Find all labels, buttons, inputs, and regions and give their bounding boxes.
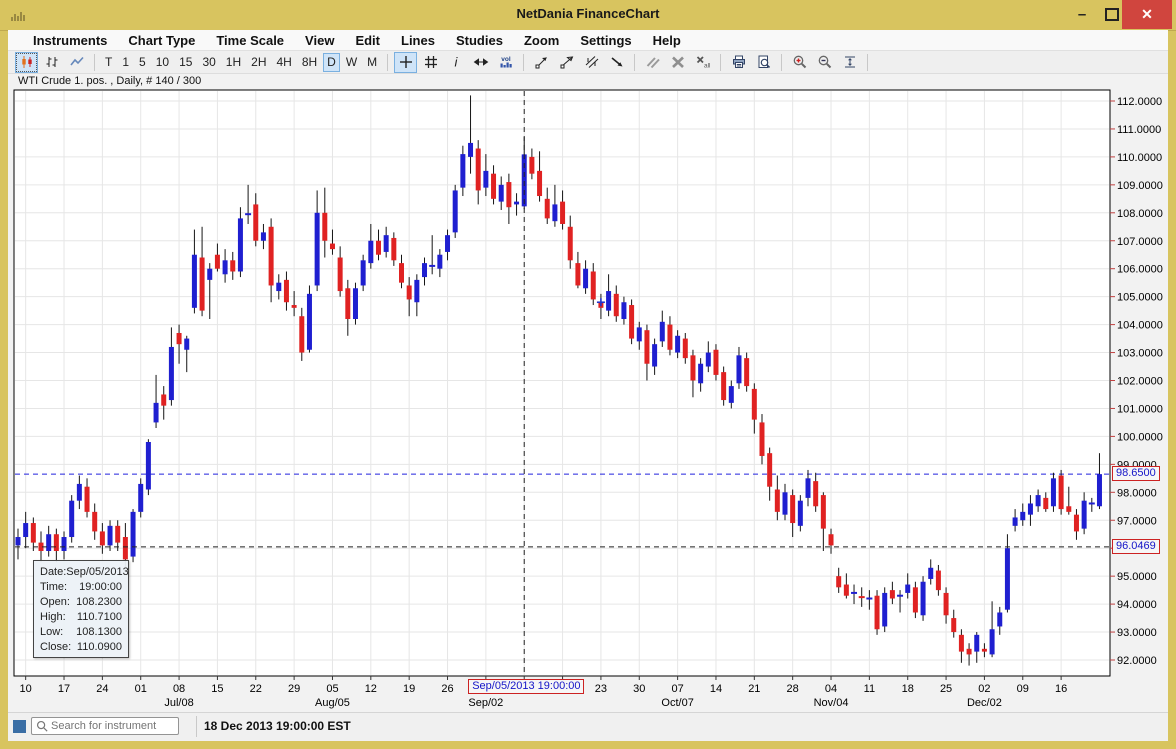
tooltip-label: Close:: [40, 641, 71, 653]
y-axis-label: 110.0000: [1117, 152, 1162, 164]
x-axis-label: 18: [902, 683, 914, 695]
connection-status-indicator[interactable]: [13, 720, 26, 733]
y-axis-label: 102.0000: [1117, 376, 1163, 388]
x-axis-label: 10: [20, 683, 32, 695]
statusbar-separator: [196, 716, 197, 737]
tooltip-row: Date:Sep/05/2013: [34, 564, 128, 579]
candle: [875, 590, 880, 635]
candle: [1051, 473, 1056, 512]
tooltip-row: Low: 108.1300: [34, 624, 128, 639]
candle: [744, 353, 749, 392]
tooltip-value: 110.0900: [77, 641, 122, 653]
candle: [721, 367, 726, 406]
crosshair-price-label: 96.0469: [1112, 539, 1160, 554]
candle: [131, 509, 136, 562]
x-axis-month-label: Aug/05: [315, 697, 350, 709]
crosshair-date-label: Sep/05/2013 19:00:00: [468, 679, 584, 694]
candle: [882, 587, 887, 632]
x-axis-label: 23: [595, 683, 607, 695]
x-axis-label: 25: [940, 683, 952, 695]
y-axis-label: 106.0000: [1117, 264, 1163, 276]
x-axis-label: 26: [441, 683, 453, 695]
x-axis-label: 16: [1055, 683, 1067, 695]
y-axis-label: 104.0000: [1117, 320, 1163, 332]
x-axis-label: 12: [365, 683, 377, 695]
y-axis-label: 108.0000: [1117, 208, 1163, 220]
x-axis-month-label: Jul/08: [164, 697, 193, 709]
candle: [1059, 470, 1064, 515]
tooltip-row: Time: 19:00:00: [34, 579, 128, 594]
candle: [138, 478, 143, 517]
candle: [353, 283, 358, 325]
x-axis-label: 11: [864, 683, 875, 695]
candle: [146, 439, 151, 495]
y-axis-label: 93.0000: [1117, 627, 1157, 639]
tooltip-label: High:: [40, 611, 66, 623]
tooltip-label: Low:: [40, 626, 63, 638]
ohlc-tooltip: Date:Sep/05/2013 Time: 19:00:00 Open: 108.23…: [33, 560, 129, 658]
x-axis-label: 08: [173, 683, 185, 695]
y-axis-label: 111.0000: [1117, 124, 1161, 136]
x-axis-label: 22: [250, 683, 262, 695]
tooltip-row: Open: 108.2300: [34, 594, 128, 609]
y-axis-label: 94.0000: [1117, 599, 1157, 611]
tooltip-value: Sep/05/2013: [66, 566, 128, 578]
x-axis-label: 21: [748, 683, 760, 695]
x-axis-label: 02: [978, 683, 990, 695]
tooltip-row: High: 110.7100: [34, 609, 128, 624]
x-axis-label: 24: [96, 683, 108, 695]
candle: [629, 299, 634, 344]
x-axis-label: 30: [633, 683, 645, 695]
x-axis-month-label: Sep/02: [468, 697, 503, 709]
x-axis-label: 09: [1017, 683, 1029, 695]
x-axis-month-label: Dec/02: [967, 697, 1002, 709]
y-axis-label: 101.0000: [1117, 403, 1163, 415]
y-axis-label: 100.0000: [1117, 431, 1163, 443]
x-axis-label: 07: [671, 683, 683, 695]
tooltip-value: 108.2300: [76, 596, 122, 608]
candle: [921, 576, 926, 621]
y-axis-label: 92.0000: [1117, 655, 1157, 667]
x-axis-label: 15: [211, 683, 223, 695]
statusbar-datetime: 18 Dec 2013 19:00:00 EST: [204, 719, 351, 733]
candlestick-chart[interactable]: 112.0000 111.0000 110.0000 109.0000 108.0000…: [0, 0, 1176, 712]
x-axis-label: 05: [326, 683, 338, 695]
y-axis-label: 103.0000: [1117, 348, 1163, 360]
search-input[interactable]: [49, 719, 171, 733]
y-axis-label: 95.0000: [1117, 571, 1157, 583]
x-axis-label: 01: [135, 683, 147, 695]
x-axis-label: 04: [825, 683, 837, 695]
tooltip-label: Time:: [40, 581, 67, 593]
tooltip-value: 19:00:00: [79, 581, 122, 593]
candle: [453, 185, 458, 238]
y-axis-label: 105.0000: [1117, 292, 1163, 304]
window-border-bottom: [0, 741, 1176, 749]
x-axis-label: 14: [710, 683, 722, 695]
search-icon: [36, 720, 49, 733]
instrument-search-box[interactable]: [31, 717, 179, 735]
x-axis-label: 28: [787, 683, 799, 695]
x-axis-label: 19: [403, 683, 415, 695]
y-axis-label: 98.0000: [1117, 487, 1157, 499]
candle: [69, 495, 74, 543]
y-axis-label: 107.0000: [1117, 236, 1163, 248]
x-axis-label: 17: [58, 683, 70, 695]
x-axis-month-label: Nov/04: [814, 697, 849, 709]
candle: [307, 285, 312, 352]
x-axis-month-label: Oct/07: [661, 697, 693, 709]
tooltip-label: Open:: [40, 596, 70, 608]
tooltip-label: Date:: [40, 566, 66, 578]
y-axis-label: 112.0000: [1117, 96, 1162, 108]
last-price-label: 98.6500: [1112, 466, 1160, 481]
tooltip-value: 108.1300: [76, 626, 122, 638]
status-bar: 18 Dec 2013 19:00:00 EST: [8, 712, 1168, 742]
y-axis-label: 109.0000: [1117, 180, 1163, 192]
tooltip-value: 110.7100: [77, 611, 122, 623]
y-axis-label: 97.0000: [1117, 515, 1157, 527]
tooltip-row: Close: 110.0900: [34, 639, 128, 654]
x-axis-label: 29: [288, 683, 300, 695]
